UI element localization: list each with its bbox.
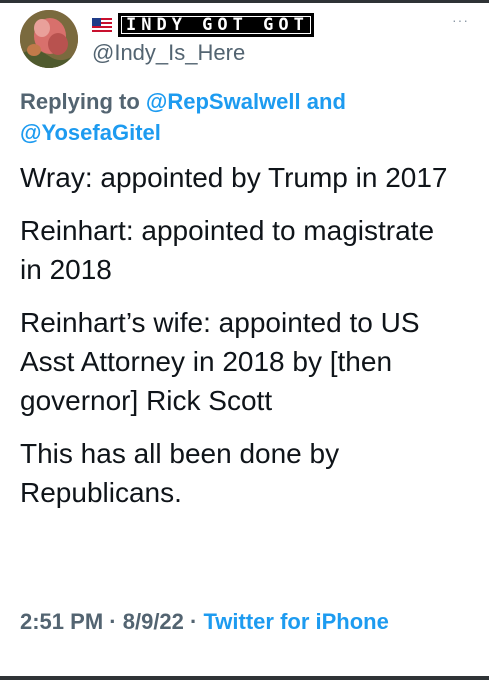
author-names: INDY GOT GOT @Indy_Is_Here: [92, 12, 314, 66]
meta-separator: ·: [109, 609, 117, 634]
replying-to: Replying to @RepSwalwell and @YosefaGite…: [20, 86, 440, 148]
reply-joiner: and: [306, 89, 346, 114]
tweet-paragraph: Wray: appointed by Trump in 2017: [20, 162, 448, 193]
reply-mention-2[interactable]: @YosefaGitel: [20, 120, 161, 145]
meta-separator: ·: [190, 609, 198, 634]
tweet: INDY GOT GOT @Indy_Is_Here ··· Replying …: [20, 8, 475, 526]
tweet-text: Wray: appointed by Trump in 2017 Reinhar…: [20, 158, 475, 512]
tweet-header: INDY GOT GOT @Indy_Is_Here ···: [20, 8, 475, 78]
avatar-image: [20, 10, 78, 68]
tweet-paragraph: Reinhart’s wife: appointed to US Asst At…: [20, 307, 420, 416]
more-options-icon[interactable]: ···: [452, 12, 469, 28]
avatar[interactable]: [20, 10, 78, 68]
us-flag-icon: [92, 18, 112, 32]
author-handle[interactable]: @Indy_Is_Here: [92, 40, 314, 66]
tweet-paragraph: Reinhart: appointed to magistrate in 201…: [20, 215, 435, 285]
tweet-date[interactable]: 8/9/22: [123, 609, 184, 634]
tweet-metadata: 2:51 PM · 8/9/22 · Twitter for iPhone: [20, 606, 440, 637]
reply-mention-1[interactable]: @RepSwalwell: [146, 89, 301, 114]
tweet-paragraph: This has all been done by Republicans.: [20, 438, 340, 508]
replying-prefix: Replying to: [20, 89, 140, 114]
tweet-source[interactable]: Twitter for iPhone: [203, 609, 388, 634]
tweet-time[interactable]: 2:51 PM: [20, 609, 103, 634]
display-name-text: INDY GOT GOT: [118, 13, 314, 37]
display-name[interactable]: INDY GOT GOT: [92, 12, 314, 38]
